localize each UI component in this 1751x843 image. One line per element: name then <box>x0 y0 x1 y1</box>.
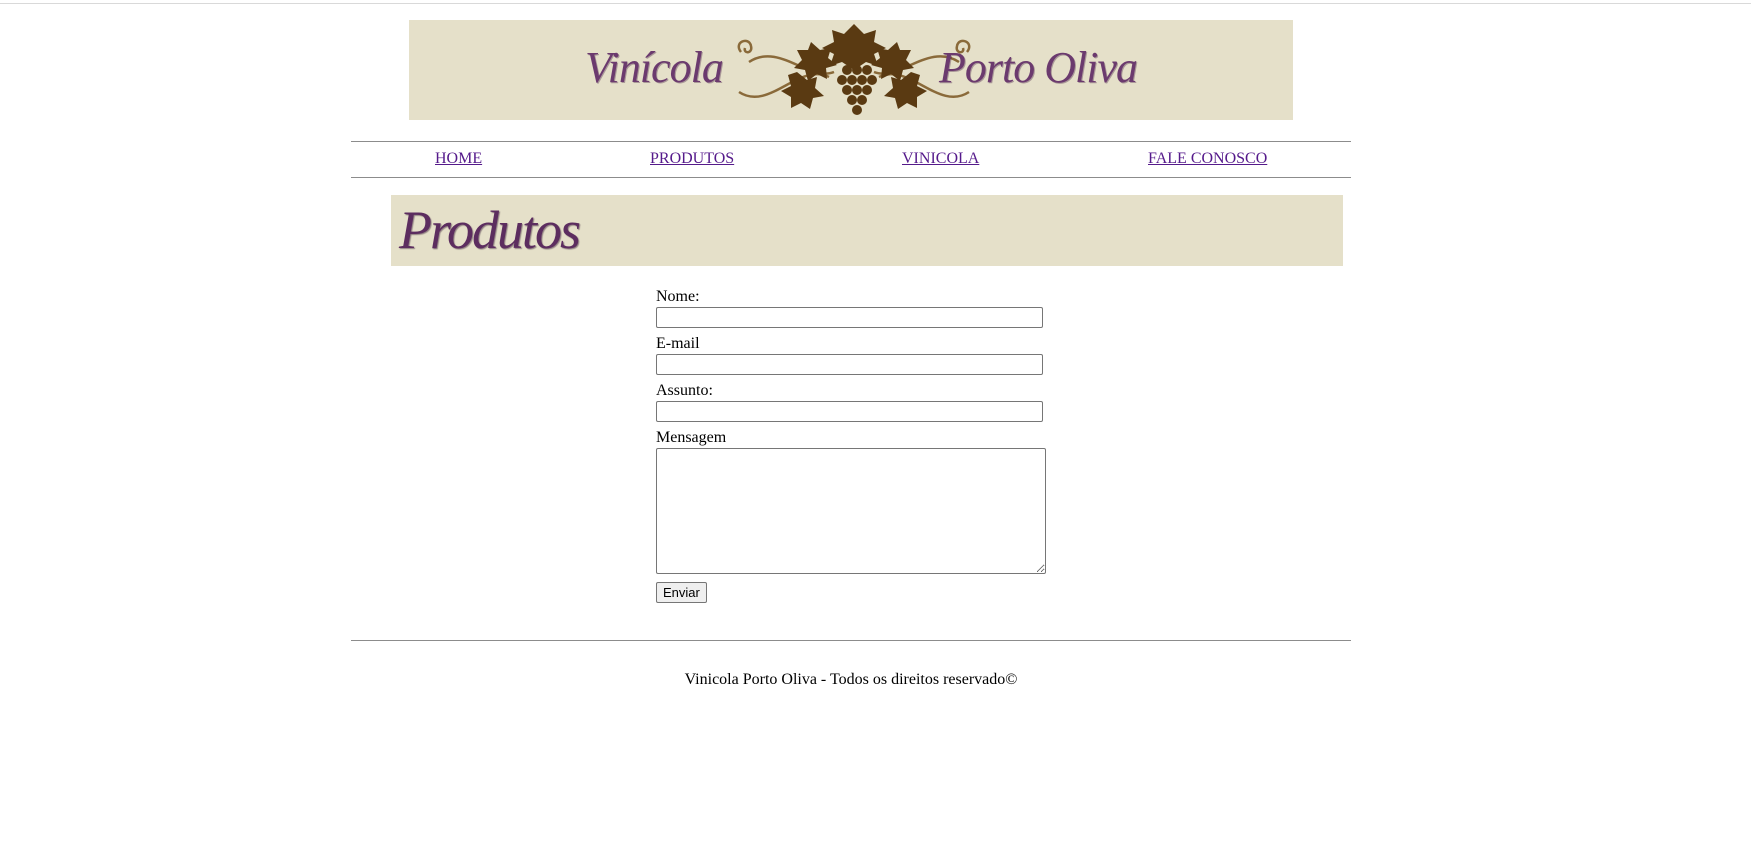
mensagem-label: Mensagem <box>656 429 727 446</box>
footer-text: Vinicola Porto Oliva - Todos os direitos… <box>684 671 1018 688</box>
nav-link-produtos[interactable]: PRODUTOS <box>650 150 734 168</box>
nav-divider-bottom <box>351 177 1351 178</box>
top-border <box>0 3 1751 4</box>
nome-input[interactable] <box>656 307 1043 328</box>
enviar-button[interactable]: Enviar <box>656 582 707 603</box>
email-label: E-mail <box>656 335 700 352</box>
nav-link-vinicola[interactable]: VINICOLA <box>902 150 979 168</box>
banner-title-left: Vinícola <box>585 43 724 92</box>
nav-link-home[interactable]: HOME <box>435 150 482 168</box>
email-input[interactable] <box>656 354 1043 375</box>
site-banner: Vinícola Porto Oliva <box>409 20 1293 120</box>
nav-divider-top <box>351 141 1351 142</box>
nome-label: Nome: <box>656 288 700 305</box>
footer-divider <box>351 640 1351 641</box>
assunto-label: Assunto: <box>656 382 713 399</box>
nav-link-fale-conosco[interactable]: FALE CONOSCO <box>1148 150 1267 168</box>
mensagem-textarea[interactable] <box>656 448 1046 574</box>
banner-title-right: Porto Oliva <box>939 43 1138 92</box>
assunto-input[interactable] <box>656 401 1043 422</box>
contact-form: Nome: E-mail Assunto: Mensagem Enviar <box>656 287 1056 603</box>
section-header: Produtos <box>391 195 1343 266</box>
section-title: Produtos <box>399 200 581 260</box>
